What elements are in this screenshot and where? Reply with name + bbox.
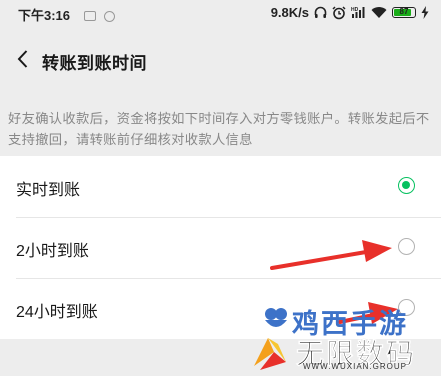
status-left: 下午3:16 [18, 5, 116, 24]
chevron-left-icon[interactable] [14, 48, 34, 70]
option-2-hours[interactable]: 2小时到账 [0, 217, 441, 278]
status-time: 下午3:16 [18, 8, 71, 23]
charging-icon [421, 6, 429, 19]
info-note: 好友确认收款后，资金将按如下时间存入对方零钱账户。转账发起后不支持撤回，请转账前… [8, 111, 430, 147]
battery-level: 87 [399, 7, 409, 16]
option-realtime[interactable]: 实时到账 [0, 156, 441, 217]
bird-logo-icon [265, 308, 287, 327]
message-icon [84, 11, 97, 21]
option-label: 2小时到账 [16, 243, 89, 260]
status-right: 9.8K/s HD 87 [271, 5, 429, 20]
hd-signal-icon: HD [351, 7, 365, 18]
wuxian-logo-icon [254, 338, 286, 370]
nav-bar: 转账到账时间 [0, 36, 441, 84]
radio-unchecked-icon[interactable] [398, 238, 415, 255]
network-speed: 9.8K/s [270, 5, 309, 20]
notification-icon [104, 11, 116, 22]
option-label: 24小时到账 [16, 304, 98, 321]
headphones-icon [314, 6, 327, 18]
option-label: 实时到账 [16, 182, 81, 199]
alarm-icon [332, 5, 346, 19]
wifi-icon [371, 7, 387, 19]
page-title: 转账到账时间 [42, 54, 147, 73]
radio-checked-icon[interactable] [398, 177, 415, 194]
status-bar: 下午3:16 9.8K/s HD 87 [0, 0, 441, 28]
watermark-sub-text: WWW.WUXIAN.GROUP [303, 362, 407, 371]
battery-icon: 87 [392, 7, 416, 18]
